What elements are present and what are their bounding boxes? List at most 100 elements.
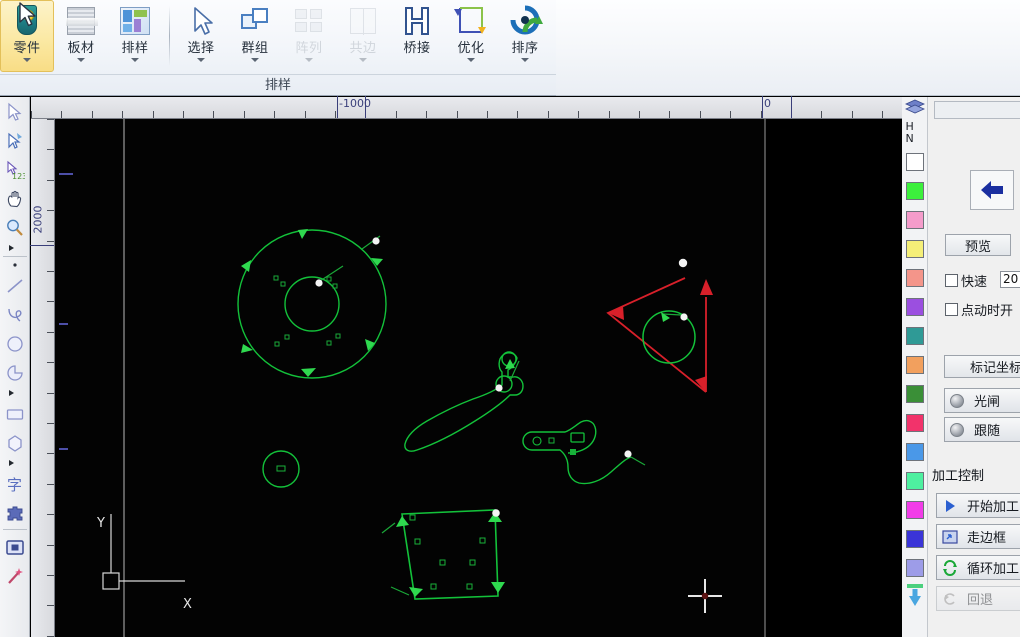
svg-text:字: 字 (7, 476, 22, 494)
polygon-tool[interactable] (0, 428, 30, 457)
color-swatch[interactable] (905, 153, 924, 171)
frame-trace-button[interactable]: 走边框 (936, 524, 1020, 549)
horizontal-ruler[interactable]: -1000 0 (31, 96, 902, 119)
polyline-tool[interactable] (0, 300, 30, 329)
color-swatch[interactable] (905, 298, 924, 316)
polygon-icon (5, 433, 25, 453)
text-icon: 字 (5, 474, 25, 494)
ribbon-empty-area (556, 0, 1020, 96)
ribbon-toolbar: 零件 板材 排样 选择 群组 阵列 共边 桥接 优化 排序 排样 (0, 0, 556, 96)
ribbon-button-label: 板材 (67, 41, 95, 56)
node-edit-tool[interactable] (0, 126, 30, 155)
ruler-tick (61, 111, 62, 118)
ribbon-button-label: 优化 (457, 41, 485, 56)
ribbon-button-select[interactable]: 选择 (174, 0, 228, 72)
polyline-icon (5, 305, 25, 325)
arc-tool[interactable] (0, 358, 30, 387)
chevron-down-icon[interactable] (305, 58, 313, 62)
jog-checkbox[interactable]: 点动时开 (945, 300, 1013, 319)
n-label: N (905, 132, 914, 145)
ribbon-button-label: 零件 (13, 41, 41, 56)
left-arrow-icon (981, 181, 1003, 199)
vertical-ruler[interactable]: 2000 (30, 119, 55, 637)
ribbon-button-plate[interactable]: 板材 (54, 0, 108, 72)
hn-toggle-icon[interactable]: H N (905, 121, 925, 147)
start-machining-button[interactable]: 开始加工 (936, 493, 1020, 518)
color-swatch[interactable] (905, 530, 924, 548)
follow-lamp-icon (950, 422, 964, 437)
fast-speed-input[interactable]: 20 (1000, 271, 1020, 288)
rectangle-tool[interactable] (0, 399, 30, 428)
color-swatch[interactable] (905, 385, 924, 403)
measure-tool[interactable]: 123 (0, 155, 30, 184)
color-swatch[interactable] (905, 559, 924, 577)
circle-tool[interactable] (0, 329, 30, 358)
chevron-down-icon[interactable] (131, 58, 139, 62)
chevron-down-icon[interactable] (77, 58, 85, 62)
play-icon (942, 498, 958, 514)
zoom-tool[interactable] (0, 213, 30, 242)
ruler-tick (852, 111, 853, 118)
back-step-button[interactable]: 回退 (936, 586, 1020, 611)
ribbon-button-optimize[interactable]: 优化 (444, 0, 498, 72)
ribbon-button-nesting[interactable]: 排样 (108, 0, 162, 72)
ribbon-button-bridge[interactable]: 桥接 (390, 0, 444, 72)
jog-checkbox-box[interactable] (945, 303, 958, 316)
ruler-tick (183, 111, 184, 118)
color-swatch[interactable] (905, 240, 924, 258)
ruler-major-tick (762, 96, 763, 118)
chevron-down-icon[interactable] (251, 58, 259, 62)
ruler-label: 0 (764, 97, 771, 110)
ribbon-button-sort[interactable]: 排序 (498, 0, 552, 72)
puzzle-tool[interactable] (0, 498, 30, 527)
color-swatch[interactable] (905, 269, 924, 287)
follow-button[interactable]: 跟随 (944, 417, 1020, 442)
color-swatch[interactable] (905, 211, 924, 229)
pan-hand-tool[interactable] (0, 184, 30, 213)
color-swatch[interactable] (905, 182, 924, 200)
ribbon-button-label: 排样 (121, 41, 149, 56)
text-tool[interactable]: 字 (0, 469, 30, 498)
fast-checkbox[interactable]: 快速 (945, 271, 987, 290)
layers-icon[interactable] (904, 99, 925, 117)
ruler-tick (47, 210, 54, 211)
ribbon-button-group[interactable]: 群组 (228, 0, 282, 72)
chevron-down-icon[interactable] (521, 58, 529, 62)
color-swatch[interactable] (905, 356, 924, 374)
ruler-tick (548, 111, 549, 118)
preview-button[interactable]: 预览 (945, 234, 1011, 256)
chevron-down-icon[interactable] (467, 58, 475, 62)
arc-tool-more[interactable] (0, 387, 30, 399)
ruler-tick (274, 111, 275, 118)
back-arrow-button[interactable] (970, 170, 1014, 210)
shutter-lamp-icon (950, 393, 964, 408)
chevron-down-icon[interactable] (197, 58, 205, 62)
zoom-tool-more[interactable] (0, 242, 30, 254)
frame-icon (942, 529, 958, 545)
color-swatch[interactable] (905, 472, 924, 490)
chevron-down-icon[interactable] (359, 58, 367, 62)
ruler-major-tick (337, 96, 338, 118)
chevron-down-icon[interactable] (23, 58, 31, 62)
color-swatch[interactable] (905, 501, 924, 519)
point-tool[interactable] (0, 259, 30, 271)
color-swatch[interactable] (905, 327, 924, 345)
down-arrow-icon[interactable] (905, 584, 925, 608)
arrow-icon (5, 102, 25, 122)
pointer-select-tool[interactable] (0, 97, 30, 126)
ruler-tick (305, 111, 306, 118)
part-icon (8, 4, 46, 40)
shutter-button[interactable]: 光闸 (944, 388, 1020, 413)
fast-checkbox-box[interactable] (945, 274, 958, 287)
ruler-tick (700, 111, 701, 118)
color-swatch[interactable] (905, 414, 924, 432)
magic-wand-tool[interactable] (0, 561, 30, 590)
color-swatch[interactable] (905, 443, 924, 461)
mark-coordinate-button[interactable]: 标记坐标 (944, 355, 1020, 378)
line-tool[interactable] (0, 271, 30, 300)
cycle-machining-button[interactable]: 循环加工 (936, 555, 1020, 580)
polygon-tool-more[interactable] (0, 457, 30, 469)
drawing-canvas[interactable]: Y X (55, 119, 902, 637)
ribbon-button-part[interactable]: 零件 (0, 0, 54, 72)
camera-tool[interactable] (0, 532, 30, 561)
